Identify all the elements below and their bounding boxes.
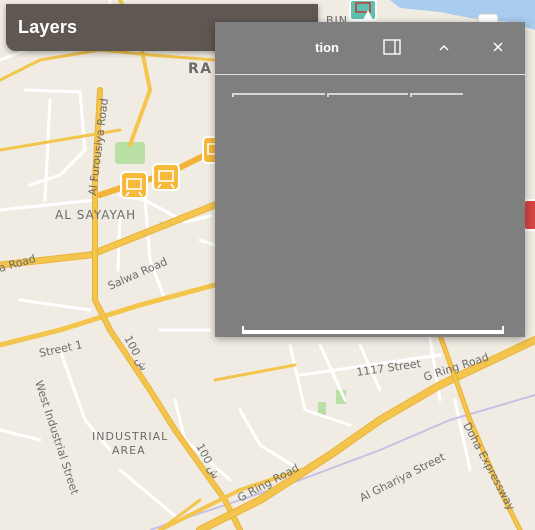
collapse-icon <box>438 40 450 58</box>
tab-3[interactable] <box>410 93 463 97</box>
horizontal-scrollbar[interactable] <box>242 326 504 334</box>
metro-station-icon[interactable] <box>152 163 180 191</box>
window-titlebar[interactable]: tion <box>215 22 525 75</box>
map-label: AREA <box>112 444 146 457</box>
map-label: AL SAYAYAH <box>55 208 136 222</box>
metro-station-icon[interactable] <box>523 199 535 231</box>
window-title: tion <box>315 40 339 55</box>
map-label: RA <box>188 61 213 77</box>
dock-button[interactable] <box>381 38 403 60</box>
map-label: INDUSTRIAL <box>92 430 168 443</box>
collapse-button[interactable] <box>433 38 455 60</box>
dock-icon <box>383 38 401 60</box>
metro-station-icon[interactable] <box>120 171 148 199</box>
tab-2[interactable] <box>327 93 408 97</box>
metro-station-icon[interactable] <box>349 0 377 21</box>
close-button[interactable] <box>487 38 509 60</box>
layers-title: Layers <box>18 17 78 37</box>
close-icon <box>492 40 504 58</box>
info-window: tion <box>215 22 525 337</box>
window-content <box>242 102 504 327</box>
tab-1[interactable] <box>232 93 325 97</box>
